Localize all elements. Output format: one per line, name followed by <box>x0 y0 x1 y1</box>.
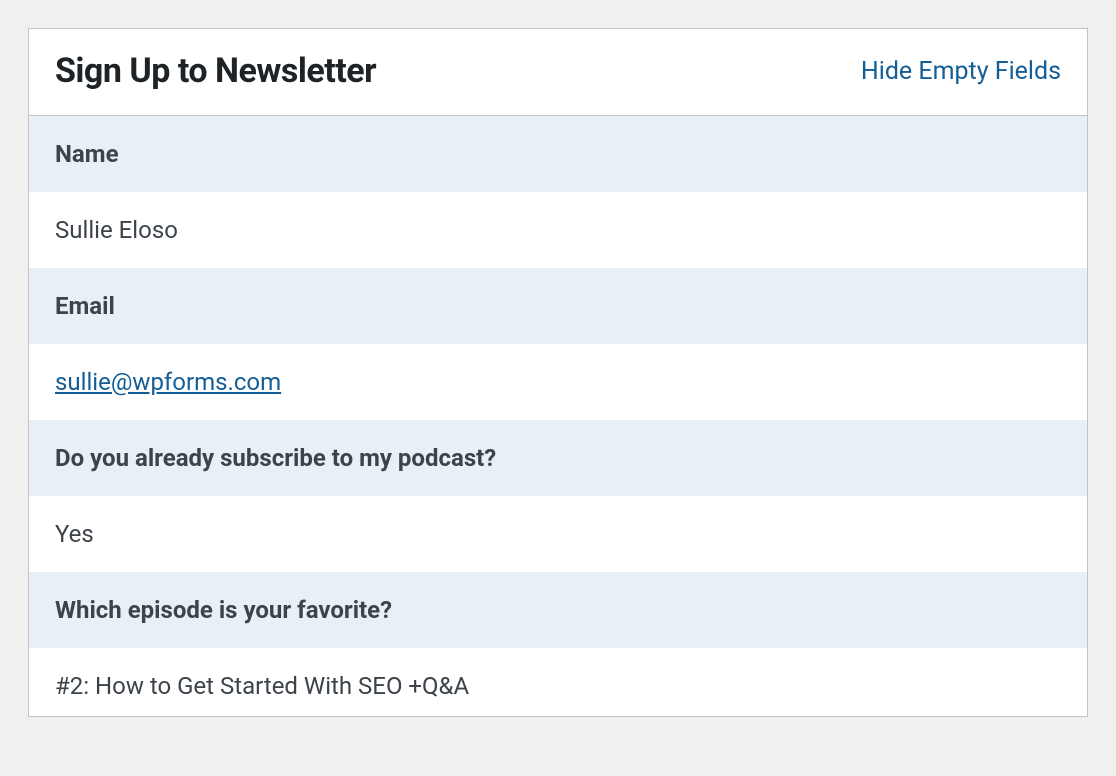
panel-header: Sign Up to Newsletter Hide Empty Fields <box>29 29 1087 116</box>
field-value-email: sullie@wpforms.com <box>29 344 1087 420</box>
panel-title: Sign Up to Newsletter <box>55 51 376 91</box>
field-value-favorite: #2: How to Get Started With SEO +Q&A <box>29 648 1087 716</box>
hide-empty-fields-link[interactable]: Hide Empty Fields <box>861 57 1061 86</box>
entry-panel: Sign Up to Newsletter Hide Empty Fields … <box>28 28 1088 717</box>
field-label-email: Email <box>29 268 1087 344</box>
email-link[interactable]: sullie@wpforms.com <box>55 368 281 396</box>
field-label-name: Name <box>29 116 1087 192</box>
field-value-name: Sullie Eloso <box>29 192 1087 268</box>
field-label-podcast: Do you already subscribe to my podcast? <box>29 420 1087 496</box>
field-value-podcast: Yes <box>29 496 1087 572</box>
field-label-favorite: Which episode is your favorite? <box>29 572 1087 648</box>
